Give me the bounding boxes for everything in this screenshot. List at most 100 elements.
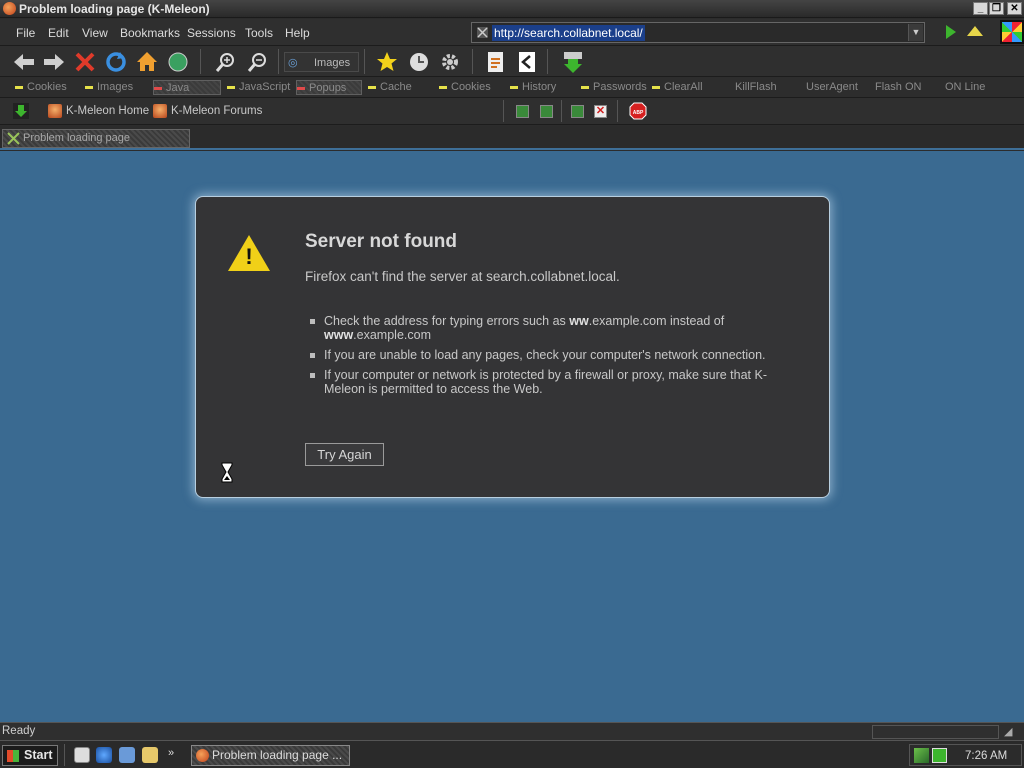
url-bar[interactable]: http://search.collabnet.local/ ▼ [471, 22, 925, 43]
bookmark-kmeleon-forums[interactable]: K-Meleon Forums [153, 104, 262, 119]
menu-view[interactable]: View [82, 26, 108, 40]
bookmark-label: K-Meleon Forums [171, 105, 263, 117]
internet-explorer-icon[interactable] [96, 747, 112, 763]
taskbar-item-kmeleon[interactable]: Problem loading page ... [191, 745, 350, 766]
suggestion-bold: ww [569, 314, 589, 328]
menu-edit[interactable]: Edit [48, 26, 69, 40]
back-icon[interactable] [12, 50, 36, 74]
taskbar: Start » Problem loading page ... 7:26 AM [0, 740, 1024, 768]
url-input[interactable]: http://search.collabnet.local/ [492, 25, 645, 41]
bookmark-menu-arrow-icon[interactable] [13, 103, 29, 119]
up-arrow-icon[interactable] [967, 26, 983, 36]
privacy-popups[interactable]: Popups [296, 80, 362, 95]
toolbar-separator [278, 49, 279, 74]
start-button[interactable]: Start [2, 745, 58, 766]
network-tray-icon[interactable] [914, 748, 929, 763]
site-icon [477, 27, 488, 38]
adblock-icon[interactable]: ABP [629, 102, 647, 120]
bookmark-star-icon[interactable] [375, 50, 399, 74]
menu-file[interactable]: File [16, 26, 35, 40]
toolbar-separator [617, 100, 618, 122]
close-button[interactable]: ✕ [1007, 2, 1022, 15]
suggestion-bold: www [324, 328, 354, 342]
status-bar: Ready ◢ [0, 722, 1024, 740]
suggestion-item: Check the address for typing errors such… [310, 314, 770, 342]
toolbar-separator [472, 49, 473, 74]
try-again-button[interactable]: Try Again [305, 443, 384, 466]
window-title: Problem loading page (K-Meleon) [19, 2, 210, 16]
toolbar-separator [547, 49, 548, 74]
privacy-clear-all[interactable]: ClearAll [652, 80, 703, 95]
menu-bookmarks[interactable]: Bookmarks [120, 26, 180, 40]
quicklaunch-chevron-icon[interactable]: » [168, 747, 174, 759]
zoom-out-icon[interactable] [246, 50, 270, 74]
kmeleon-app-icon [196, 749, 209, 762]
home-icon[interactable] [135, 50, 159, 74]
status-progress-panel [872, 725, 999, 739]
close-tab-icon[interactable]: ✕ [594, 105, 607, 118]
tab-problem-loading-page[interactable]: Problem loading page [2, 129, 190, 148]
kmeleon-favicon-icon [153, 104, 167, 118]
edit-page-icon[interactable] [484, 50, 508, 74]
toolbar-separator [561, 100, 562, 122]
suggestion-text: .example.com instead of [588, 314, 725, 328]
history-clock-icon[interactable] [407, 50, 431, 74]
minimize-button[interactable]: _ [973, 2, 988, 15]
settings-gear-icon[interactable] [438, 50, 462, 74]
privacy-cookies[interactable]: Cookies [15, 80, 67, 95]
view-source-icon[interactable] [515, 50, 539, 74]
privacy-clear-cookies[interactable]: Cookies [439, 80, 491, 95]
url-dropdown-icon[interactable]: ▼ [908, 24, 923, 41]
resize-grip-icon[interactable]: ◢ [1004, 725, 1020, 739]
status-text: Ready [2, 725, 36, 737]
download-icon[interactable] [561, 50, 585, 74]
images-icon: ◎ [288, 57, 298, 69]
globe-icon[interactable] [166, 50, 190, 74]
toolbar-separator [364, 49, 365, 74]
bookmark-label: K-Meleon Home [66, 105, 150, 117]
images-button-label: Images [314, 57, 351, 69]
privacy-images[interactable]: Images [85, 80, 133, 95]
tab-label: Problem loading page [23, 132, 131, 144]
taskbar-item-label: Problem loading page ... [212, 748, 343, 762]
privacy-history[interactable]: History [510, 80, 556, 95]
stop-icon[interactable] [73, 50, 97, 74]
kmeleon-app-icon[interactable] [3, 2, 16, 15]
privacy-cache[interactable]: Cache [368, 80, 412, 95]
menu-tools[interactable]: Tools [245, 26, 273, 40]
duplicate-tab-icon[interactable] [571, 105, 584, 118]
menu-help[interactable]: Help [285, 26, 310, 40]
navigation-toolbar: ◎ Images [0, 46, 1024, 77]
suggestion-text: Check the address for typing errors such… [324, 314, 570, 328]
show-desktop-icon[interactable] [74, 747, 90, 763]
zoom-in-icon[interactable] [214, 50, 238, 74]
reload-icon[interactable] [104, 50, 128, 74]
throbber-icon [1000, 20, 1024, 44]
menu-sessions[interactable]: Sessions [187, 26, 236, 40]
privacy-javascript[interactable]: JavaScript [227, 80, 290, 95]
bookmark-kmeleon-home[interactable]: K-Meleon Home [48, 104, 149, 119]
new-tab-icon[interactable] [540, 105, 553, 118]
privacy-kill-flash[interactable]: KillFlash [735, 80, 777, 95]
suggestion-item: If you are unable to load any pages, che… [310, 348, 770, 362]
forward-icon[interactable] [42, 50, 66, 74]
windows-explorer-icon[interactable] [142, 747, 158, 763]
images-toggle-button[interactable]: ◎ Images [284, 52, 359, 72]
go-arrow-icon[interactable] [946, 25, 956, 39]
privacy-flash-on[interactable]: Flash ON [875, 80, 921, 95]
outlook-express-icon[interactable] [119, 747, 135, 763]
windows-logo-icon [7, 750, 19, 762]
svg-text:ABP: ABP [633, 110, 644, 116]
title-bar: Problem loading page (K-Meleon) _ ❐ ✕ [0, 0, 1024, 18]
security-tray-icon[interactable] [932, 748, 947, 763]
privacy-passwords[interactable]: Passwords [581, 80, 647, 95]
toolbar-separator [503, 100, 504, 122]
privacy-bar: Cookies Images Java JavaScript Popups Ca… [0, 77, 1024, 98]
taskbar-separator [64, 744, 65, 766]
new-window-icon[interactable] [516, 105, 529, 118]
hourglass-cursor-icon [221, 462, 233, 483]
privacy-java[interactable]: Java [153, 80, 221, 95]
privacy-user-agent[interactable]: UserAgent [806, 80, 858, 95]
restore-button[interactable]: ❐ [989, 2, 1004, 15]
privacy-online[interactable]: ON Line [945, 80, 985, 95]
